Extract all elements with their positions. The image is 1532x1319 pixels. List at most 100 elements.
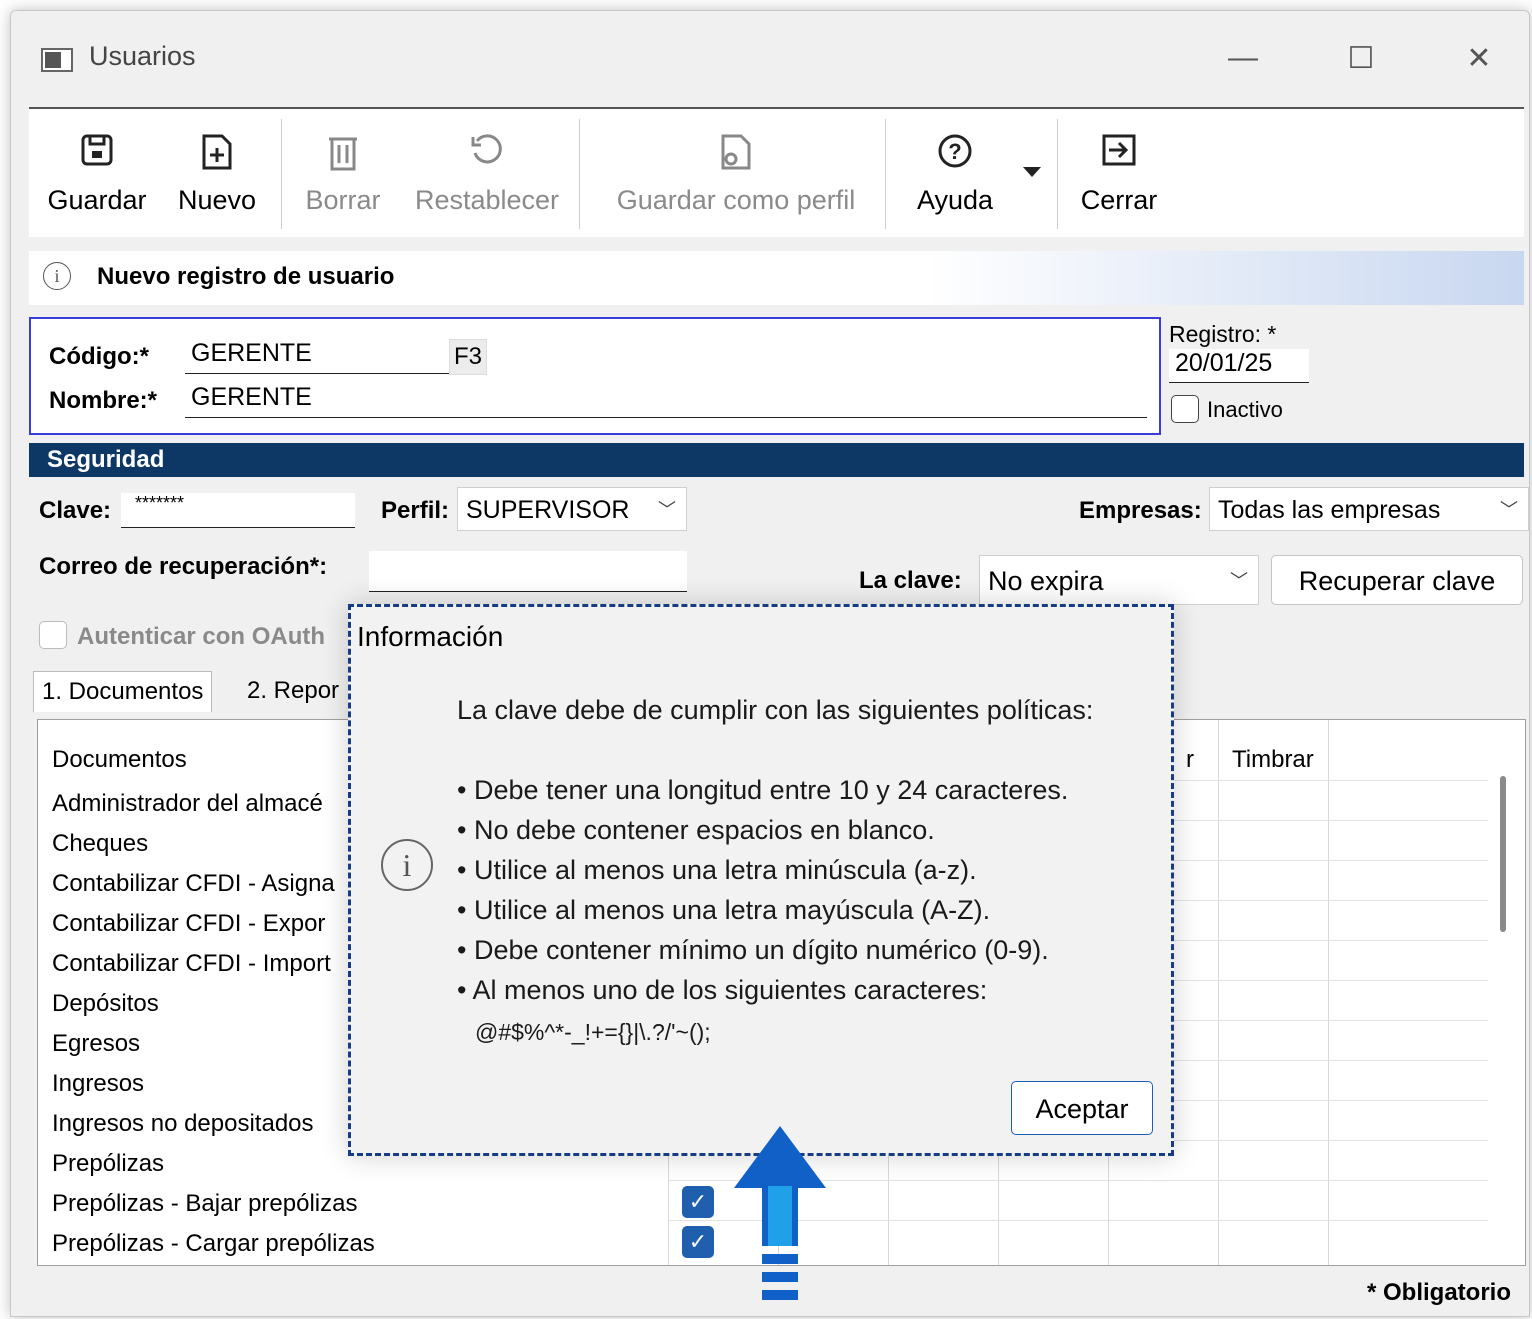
arrow-up-icon xyxy=(734,1126,826,1188)
table-row[interactable]: Prepólizas xyxy=(52,1150,164,1178)
ayuda-dropdown-arrow-icon[interactable] xyxy=(1023,167,1041,177)
guardar-label: Guardar xyxy=(47,185,147,215)
registro-label: Registro: * xyxy=(1169,321,1277,347)
grid-column-divider xyxy=(1218,720,1219,1265)
guardar-perfil-label: Guardar como perfil xyxy=(616,185,856,215)
correo-label: Correo de recuperación*: xyxy=(39,553,328,580)
toolbar-separator xyxy=(1057,119,1058,229)
codigo-field[interactable]: GERENTE xyxy=(185,339,453,374)
info-icon: i xyxy=(43,262,71,290)
grid-scrollbar[interactable] xyxy=(1500,776,1506,932)
ayuda-label: Ayuda xyxy=(916,185,994,215)
table-row[interactable]: Contabilizar CFDI - Asigna xyxy=(52,870,335,898)
recuperar-clave-button[interactable]: Recuperar clave xyxy=(1271,555,1523,605)
table-row[interactable]: Contabilizar CFDI - Expor xyxy=(52,910,325,938)
minimize-button[interactable]: — xyxy=(1223,41,1263,75)
guardar-button[interactable]: Guardar xyxy=(37,109,157,237)
oauth-checkbox[interactable] xyxy=(39,621,67,649)
table-row[interactable]: Prepólizas - Cargar prepólizas xyxy=(52,1230,375,1258)
allowed-characters: @#$%^*-_!+={}|\.?/'~(); xyxy=(475,1019,711,1045)
rule-item: • Utilice al menos una letra mayúscula (… xyxy=(457,895,991,925)
rule-item: • Utilice al menos una letra minúscula (… xyxy=(457,855,977,885)
seguridad-header: Seguridad xyxy=(29,443,1524,477)
borrar-button[interactable]: Borrar xyxy=(293,109,393,237)
arrow-dash xyxy=(762,1254,798,1264)
app-window-icon xyxy=(41,48,73,72)
aceptar-button[interactable]: Aceptar xyxy=(1011,1081,1153,1135)
table-row[interactable]: Ingresos xyxy=(52,1070,144,1098)
perfil-value: SUPERVISOR xyxy=(466,496,630,524)
f3-lookup-button[interactable]: F3 xyxy=(449,339,487,375)
empresas-value: Todas las empresas xyxy=(1218,496,1441,524)
ayuda-button[interactable]: ? Ayuda xyxy=(895,109,1015,237)
table-row[interactable]: Egresos xyxy=(52,1030,140,1058)
codigo-label: Código:* xyxy=(49,343,149,370)
table-row[interactable]: Administrador del almacé xyxy=(52,790,323,818)
checkbox-checked[interactable]: ✓ xyxy=(682,1186,714,1218)
close-window-button[interactable]: ✕ xyxy=(1459,41,1499,76)
toolbar-separator xyxy=(281,119,282,229)
table-row[interactable]: Prepólizas - Bajar prepólizas xyxy=(52,1190,357,1218)
window-title: Usuarios xyxy=(89,41,196,71)
table-row[interactable]: Cheques xyxy=(52,830,148,858)
restablecer-label: Restablecer xyxy=(414,185,560,215)
laclave-value: No expira xyxy=(988,566,1104,596)
nuevo-label: Nuevo xyxy=(177,185,257,215)
title-bar: Usuarios — ☐ ✕ xyxy=(11,11,1529,101)
notice-bar: i Nuevo registro de usuario xyxy=(29,251,1524,305)
arrow-dash xyxy=(762,1272,798,1282)
table-row[interactable]: Depósitos xyxy=(52,990,159,1018)
informacion-dialog: Información i La clave debe de cumplir c… xyxy=(348,604,1174,1156)
obligatorio-note: * Obligatorio xyxy=(1367,1279,1511,1306)
laclave-label: La clave: xyxy=(859,567,962,594)
dialog-title: Información xyxy=(357,621,504,652)
checkbox-checked[interactable]: ✓ xyxy=(682,1226,714,1258)
oauth-label: Autenticar con OAuth xyxy=(77,623,326,650)
grid-header-partial: r xyxy=(1186,746,1194,773)
rule-item: • No debe contener espacios en blanco. xyxy=(457,815,935,845)
chevron-down-icon: ﹀ xyxy=(1230,571,1248,591)
tab-documentos[interactable]: 1. Documentos xyxy=(33,671,213,712)
exit-icon xyxy=(1069,133,1169,173)
chevron-down-icon: ﹀ xyxy=(1500,500,1518,520)
table-row[interactable]: Ingresos no depositados xyxy=(52,1110,314,1138)
borrar-label: Borrar xyxy=(305,185,381,215)
perfil-dropdown[interactable]: SUPERVISOR ﹀ xyxy=(457,487,687,531)
table-row[interactable]: Contabilizar CFDI - Import xyxy=(52,950,331,978)
grid-header-documentos: Documentos xyxy=(52,746,187,773)
inactivo-label: Inactivo xyxy=(1207,397,1283,422)
grid-header-timbrar: Timbrar xyxy=(1232,746,1314,773)
clave-label: Clave: xyxy=(39,497,112,524)
new-document-icon xyxy=(167,133,267,173)
correo-field[interactable] xyxy=(369,551,687,592)
guardar-perfil-button[interactable]: Guardar como perfil xyxy=(591,109,881,237)
svg-text:?: ? xyxy=(948,139,961,164)
empresas-dropdown[interactable]: Todas las empresas ﹀ xyxy=(1209,487,1529,531)
undo-icon xyxy=(405,133,569,173)
tab-reportes[interactable]: 2. Repor xyxy=(247,677,339,705)
nuevo-button[interactable]: Nuevo xyxy=(167,109,267,237)
perfil-label: Perfil: xyxy=(381,497,450,524)
nombre-field[interactable]: GERENTE xyxy=(185,383,1147,418)
chevron-down-icon: ﹀ xyxy=(658,500,676,520)
notice-text: Nuevo registro de usuario xyxy=(97,263,395,290)
nombre-label: Nombre:* xyxy=(49,387,158,414)
laclave-dropdown[interactable]: No expira ﹀ xyxy=(979,555,1259,605)
dialog-intro: La clave debe de cumplir con las siguien… xyxy=(457,695,1094,725)
inactivo-checkbox[interactable] xyxy=(1171,395,1199,423)
empresas-label: Empresas: xyxy=(1079,497,1202,524)
restablecer-button[interactable]: Restablecer xyxy=(405,109,569,237)
toolbar-separator xyxy=(885,119,886,229)
trash-icon xyxy=(293,133,393,173)
toolbar-separator xyxy=(579,119,580,229)
cerrar-button[interactable]: Cerrar xyxy=(1069,109,1169,237)
rule-item: • Al menos uno de los siguientes caracte… xyxy=(457,975,988,1005)
rule-item: • Debe tener una longitud entre 10 y 24 … xyxy=(457,775,1069,805)
clave-field[interactable]: ******* xyxy=(121,493,355,528)
maximize-button[interactable]: ☐ xyxy=(1341,41,1381,76)
save-icon xyxy=(37,133,157,173)
registro-date-field[interactable]: 20/01/25 xyxy=(1169,349,1309,383)
arrow-shaft xyxy=(762,1186,798,1246)
arrow-dash xyxy=(762,1290,798,1300)
info-icon: i xyxy=(381,839,433,891)
